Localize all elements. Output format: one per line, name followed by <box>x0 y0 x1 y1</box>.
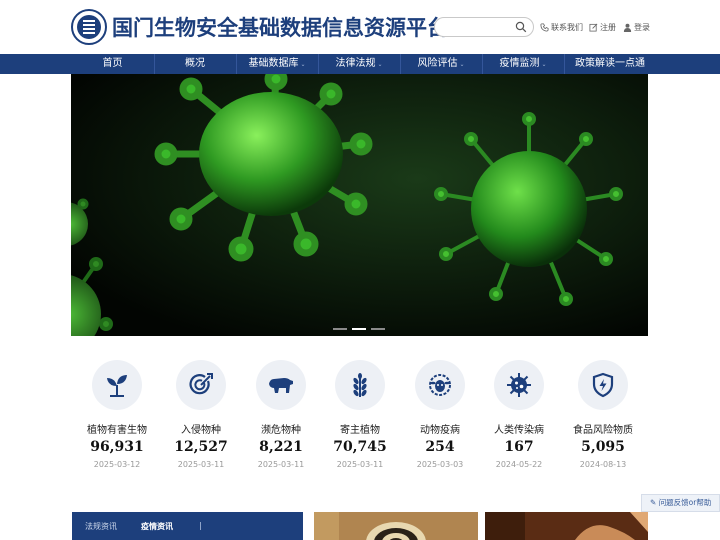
banner-dot[interactable] <box>333 328 347 330</box>
news-image <box>485 512 648 540</box>
register-link[interactable]: 注册 <box>589 22 616 33</box>
stat-date: 2025-03-11 <box>257 460 305 469</box>
bear-icon <box>269 378 293 393</box>
login-link-label: 登录 <box>634 23 650 32</box>
stat-value: 96,931 <box>90 439 144 455</box>
shield-lightning-icon <box>592 372 614 398</box>
stat-value: 70,745 <box>333 439 387 455</box>
news-thumbnail[interactable] <box>314 512 478 540</box>
login-link[interactable]: 登录 <box>623 22 650 33</box>
stat-date: 2025-03-03 <box>416 460 464 469</box>
nav-item-laws[interactable]: 法律法规 ⌄ <box>318 54 400 74</box>
wheat-icon <box>353 373 367 397</box>
stat-icon-circle <box>256 360 306 410</box>
nav-item-label: 概况 <box>185 58 205 69</box>
user-icon <box>623 23 632 32</box>
banner-dot-active[interactable] <box>352 328 366 330</box>
stat-icon-circle <box>92 360 142 410</box>
stat-icon-circle <box>335 360 385 410</box>
search-icon[interactable] <box>515 21 527 33</box>
stat-label: 寄主植物 <box>340 425 380 436</box>
stat-icon-circle <box>578 360 628 410</box>
banner-pagination <box>333 328 385 330</box>
nav-item-policy[interactable]: 政策解读一点通 <box>564 54 656 74</box>
nav-item-label: 基础数据库 <box>248 58 299 69</box>
nav-item-overview[interactable]: 概况 <box>154 54 236 74</box>
search-input[interactable] <box>443 20 513 34</box>
contact-link-label: 联系我们 <box>551 23 583 32</box>
stat-label: 濒危物种 <box>261 425 301 436</box>
stat-icon-circle <box>415 360 465 410</box>
stat-value: 8,221 <box>259 439 303 455</box>
header: 国门生物安全基础数据信息资源平台 联系我们 注册 登录 <box>0 0 720 54</box>
stat-label: 植物有害生物 <box>87 425 147 436</box>
stat-date: 2024-08-13 <box>579 460 627 469</box>
chevron-down-icon: ⌄ <box>300 61 306 68</box>
stat-date: 2025-03-12 <box>93 460 141 469</box>
virus-banner-image <box>71 74 648 336</box>
nav-item-risk[interactable]: 风险评估 ⌄ <box>400 54 482 74</box>
nav-item-label: 首页 <box>102 58 123 69</box>
phone-icon <box>540 23 549 32</box>
edit-icon <box>589 23 598 32</box>
tab-divider <box>200 522 201 530</box>
news-image <box>314 512 478 540</box>
banner-dot[interactable] <box>371 328 385 330</box>
stat-label: 食品风险物质 <box>573 425 633 436</box>
news-tabs: 法规资讯 疫情资讯 <box>72 512 303 540</box>
nav-item-label: 疫情监测 <box>499 58 540 69</box>
stat-value: 12,527 <box>174 439 228 455</box>
feedback-button[interactable]: ✎ 问题反馈or帮助 <box>641 494 720 512</box>
stat-label: 入侵物种 <box>181 425 221 436</box>
nav-item-label: 风险评估 <box>417 58 458 69</box>
hero-banner[interactable] <box>71 74 648 336</box>
nav-item-label: 法律法规 <box>335 58 376 69</box>
main-nav: 首页 概况 基础数据库 ⌄ 法律法规 ⌄ 风险评估 ⌄ 疫情监测 ⌄ 政策解读一点通 <box>0 54 720 74</box>
chevron-down-icon: ⌄ <box>541 61 547 68</box>
tab-regulation-news[interactable]: 法规资讯 <box>85 521 117 532</box>
chevron-down-icon: ⌄ <box>459 61 465 68</box>
nav-item-home[interactable]: 首页 <box>71 54 154 74</box>
stat-date: 2025-03-11 <box>336 460 384 469</box>
stat-date: 2024-05-22 <box>495 460 543 469</box>
stat-icon-circle <box>494 360 544 410</box>
feedback-label: 问题反馈or帮助 <box>658 498 712 507</box>
stat-label: 人类传染病 <box>494 425 544 436</box>
stat-label: 动物疫病 <box>420 425 460 436</box>
nav-item-monitoring[interactable]: 疫情监测 ⌄ <box>482 54 564 74</box>
news-thumbnail[interactable] <box>485 512 648 540</box>
stat-icon-circle <box>176 360 226 410</box>
stat-value: 167 <box>504 439 534 455</box>
stat-value: 5,095 <box>581 439 625 455</box>
site-logo[interactable] <box>71 9 107 45</box>
plant-sprout-icon <box>107 375 127 397</box>
stat-date: 2025-03-11 <box>177 460 225 469</box>
target-arrow-icon <box>189 373 213 395</box>
stat-value: 254 <box>425 439 455 455</box>
contact-link[interactable]: 联系我们 <box>540 22 583 33</box>
site-title[interactable]: 国门生物安全基础数据信息资源平台 <box>112 12 448 42</box>
tab-epidemic-news[interactable]: 疫情资讯 <box>141 521 173 532</box>
nav-item-database[interactable]: 基础数据库 ⌄ <box>236 54 318 74</box>
logo-emblem-icon <box>77 15 101 39</box>
feedback-edit-icon: ✎ <box>650 498 657 507</box>
chevron-down-icon: ⌄ <box>377 61 383 68</box>
nav-item-label: 政策解读一点通 <box>575 58 645 69</box>
page: 国门生物安全基础数据信息资源平台 联系我们 注册 登录 首页 概况 基础数据库 … <box>0 0 720 540</box>
virus-icon <box>507 373 531 397</box>
search-box[interactable] <box>434 17 534 37</box>
register-link-label: 注册 <box>600 23 616 32</box>
sheep-icon <box>429 374 451 396</box>
